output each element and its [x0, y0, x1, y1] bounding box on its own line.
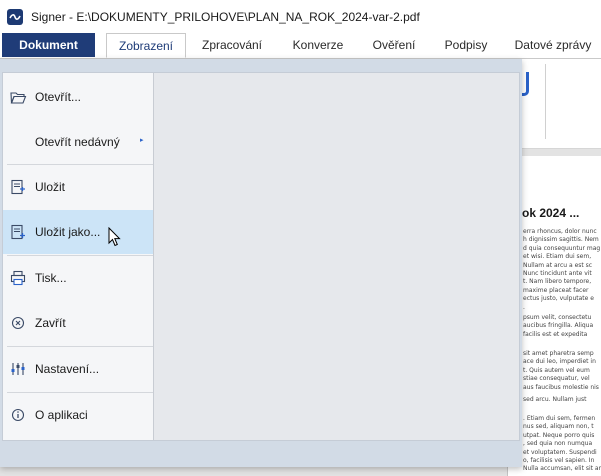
menu-item-label: Uložit [35, 180, 66, 194]
menu-item-label: O aplikaci [35, 408, 88, 422]
dokument-menu-list: Otevřít... Otevřít nedávný ▸ Uložit Ulož… [3, 73, 153, 440]
menu-item-settings[interactable]: Nastavení... [3, 347, 153, 391]
menu-item-label: Uložit jako... [35, 225, 101, 239]
dokument-menu-content-area [153, 73, 519, 440]
ribbon-separator [545, 64, 546, 139]
menu-item-label: Otevřít... [35, 90, 82, 104]
info-icon [9, 406, 27, 424]
settings-sliders-icon [9, 360, 27, 378]
save-icon [9, 178, 27, 196]
document-paragraph: sed arcu. Nullam just [523, 396, 587, 403]
menu-item-save[interactable]: Uložit [3, 165, 153, 209]
tab-zpracovani[interactable]: Zpracování [193, 33, 271, 58]
document-paragraph: psum velit, consectetu aucibus fringilla… [523, 314, 594, 338]
tab-konverze[interactable]: Konverze [284, 33, 352, 58]
menu-item-about[interactable]: O aplikaci [3, 393, 153, 437]
menu-item-label: Tisk... [35, 271, 67, 285]
document-heading: ok 2024 ... [522, 206, 580, 220]
menu-item-print[interactable]: Tisk... [3, 256, 153, 300]
ribbon-tab-bar: Dokument Zobrazení Zpracování Konverze O… [0, 33, 601, 59]
print-icon [9, 269, 27, 287]
menu-item-open[interactable]: Otevřít... [3, 75, 153, 119]
menu-item-label: Otevřít nedávný [35, 135, 120, 149]
dokument-menu-footer [2, 441, 520, 465]
close-circle-icon [9, 314, 27, 332]
document-paragraph: . Etiam dui sem, fermen nus sed, aliquam… [523, 415, 601, 473]
menu-item-save-as[interactable]: Uložit jako... [3, 210, 153, 254]
app-logo-icon [7, 9, 23, 25]
window-title: Signer - E:\DOKUMENTY_PRILOHOVE\PLAN_NA_… [31, 10, 420, 24]
submenu-arrow-icon: ▸ [140, 137, 144, 144]
dokument-menu: Otevřít... Otevřít nedávný ▸ Uložit Ulož… [2, 72, 520, 441]
menu-item-open-recent[interactable]: Otevřít nedávný ▸ [3, 120, 153, 164]
tab-datove-zpravy[interactable]: Datové zprávy [507, 33, 599, 58]
save-as-icon [9, 223, 27, 241]
tab-dokument[interactable]: Dokument [2, 33, 95, 57]
ribbon-tool-icon[interactable] [521, 72, 529, 96]
tab-overeni[interactable]: Ověření [364, 33, 424, 58]
document-paragraph: erra rhoncus, dolor nunc h dignissim sag… [523, 228, 601, 311]
menu-item-close[interactable]: Zavřít [3, 301, 153, 345]
document-paragraph: sit amet pharetra semp ace dui leo, impe… [523, 350, 599, 391]
menu-item-label: Zavřít [35, 316, 66, 330]
folder-open-icon [9, 88, 27, 106]
menu-item-label: Nastavení... [35, 362, 100, 376]
tab-zobrazeni[interactable]: Zobrazení [106, 33, 186, 58]
mouse-cursor-icon [108, 226, 122, 247]
tab-podpisy[interactable]: Podpisy [436, 33, 496, 58]
title-bar: Signer - E:\DOKUMENTY_PRILOHOVE\PLAN_NA_… [0, 0, 601, 33]
